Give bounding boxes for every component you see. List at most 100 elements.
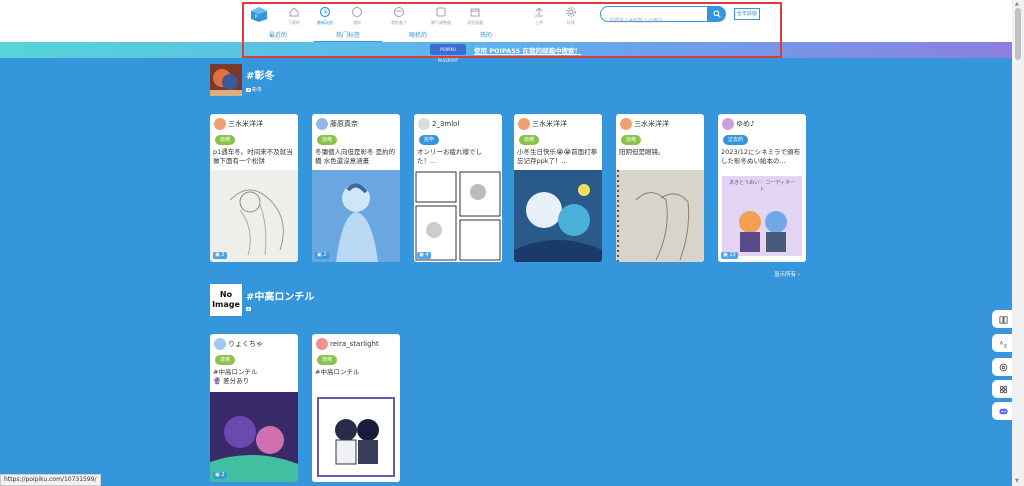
post-image[interactable] — [414, 170, 502, 262]
image-count: ▣ 13 — [721, 252, 738, 259]
post-card[interactable]: 藤原真奈 烧烤 冬彌個人向但是彰冬 是約的橋 水色還沒意涵畫 ▣ 2 — [312, 114, 400, 262]
all-ages-button[interactable]: 全年龄版 — [734, 8, 761, 20]
nav-settings[interactable]: 环境 — [556, 6, 586, 28]
section-thumbnail[interactable] — [210, 64, 242, 96]
poipiku-logo[interactable]: P — [250, 6, 268, 23]
username[interactable]: りょくちゃ — [228, 339, 263, 349]
category-badge: 烧烤 — [621, 135, 642, 145]
post-card[interactable]: ゆめ♪ 过去的 2023/12にシネミラで頒布した彰冬ぬい絵本の... あきとう… — [718, 114, 806, 262]
nav-notify[interactable]: 通知 — [342, 6, 372, 28]
post-card[interactable]: reira_starlight 烧烤 #中高ロンチル — [312, 334, 400, 482]
category-badge: 烧烤 — [519, 135, 540, 145]
discord-icon — [998, 408, 1008, 414]
passport-banner[interactable]: POIPIKU PASSPORT 使用 POIPASS 在我的邮箱中搜索！ — [0, 42, 1012, 63]
username[interactable]: 三水米洋洋 — [634, 119, 669, 129]
avatar[interactable] — [316, 118, 328, 130]
nav-latest[interactable]: 最新动态 — [310, 6, 340, 28]
scroll-down-icon[interactable]: ▼ — [1015, 478, 1019, 484]
tab-hot-tags[interactable]: 热门标签 — [314, 30, 382, 42]
category-badge: 烧烤 — [317, 135, 338, 145]
post-card[interactable]: 三水米洋洋 烧烤 小冬生日快乐😭😭前面打拳忘记存ppk了！... — [514, 114, 602, 262]
no-image-thumbnail[interactable]: No Image — [210, 284, 242, 316]
nav-label: 我的盒子 — [391, 20, 407, 25]
avatar[interactable] — [214, 338, 226, 350]
nav-label: 下载的 — [288, 20, 300, 25]
search-icon — [713, 10, 721, 18]
tab-recent[interactable]: 最近的 — [244, 30, 312, 39]
post-image[interactable] — [312, 170, 400, 262]
section-title[interactable]: #彰冬 — [246, 67, 274, 82]
plush-caption: あきとうぬい♡ コーディネート — [729, 180, 795, 193]
post-image[interactable] — [210, 170, 298, 262]
translate-button[interactable]: A文 — [992, 334, 1014, 352]
post-card[interactable]: りょくちゃ 烧烤 #中高ロンチル 🔮 差分あり ▣ 2 — [210, 334, 298, 482]
status-bar-url: https://poipiku.com/10731599/ — [0, 474, 101, 486]
nav-tablet[interactable]: 脾气调整器 — [426, 6, 456, 28]
mention-button[interactable] — [992, 358, 1014, 376]
nav-label: 通知 — [353, 20, 361, 25]
avatar[interactable] — [316, 338, 328, 350]
book-button[interactable] — [992, 310, 1014, 328]
post-card[interactable]: 三水米洋洋 烧烤 p1遇车冬。时间来不及就当做下面有一个松饼 ▣ 2 — [210, 114, 298, 262]
clock-icon — [319, 6, 331, 18]
scroll-up-icon[interactable]: ▲ — [1015, 1, 1019, 7]
avatar[interactable] — [214, 118, 226, 130]
scroll-thumb[interactable] — [1015, 8, 1021, 60]
post-image[interactable] — [312, 392, 400, 482]
search-button[interactable] — [708, 6, 726, 22]
nav-label: 脾气调整器 — [431, 20, 451, 25]
at-icon — [999, 363, 1007, 371]
grid-button[interactable] — [992, 380, 1014, 398]
search-box — [600, 6, 708, 28]
nav-label: 上传 — [535, 20, 543, 25]
search-input[interactable] — [601, 14, 707, 28]
show-all-link[interactable]: 显示所有 › — [774, 270, 800, 278]
username[interactable]: 2_3mlol — [432, 120, 459, 128]
post-image[interactable] — [514, 170, 602, 262]
section-title[interactable]: #中高ロンチル — [246, 288, 314, 303]
nav-gallery[interactable]: 浏览画廊 — [460, 6, 490, 28]
gear-icon — [566, 7, 576, 17]
post-image[interactable] — [616, 170, 704, 262]
post-description: 小冬生日快乐😭😭前面打拳忘记存ppk了！... — [517, 148, 598, 165]
post-description: #中高ロンチル 🔮 差分あり — [213, 368, 258, 385]
avatar[interactable] — [418, 118, 430, 130]
avatar[interactable] — [518, 118, 530, 130]
banner-link[interactable]: 使用 POIPASS 在我的邮箱中搜索！ — [474, 45, 581, 55]
category-badge: 烧烤 — [317, 355, 338, 365]
username[interactable]: ゆめ♪ — [736, 119, 754, 129]
section-subtitle: # 彰冬 — [246, 87, 262, 93]
avatar[interactable] — [722, 118, 734, 130]
tab-bar: 最近的 热门标签 随机的 热的 — [0, 28, 1012, 42]
no-image-label: No Image — [212, 290, 240, 309]
chat-icon — [352, 7, 362, 17]
avatar[interactable] — [620, 118, 632, 130]
nav-home[interactable]: 下载的 — [279, 6, 309, 28]
nav-upload[interactable]: 上传 — [524, 6, 554, 28]
nav-label: 最新动态 — [317, 20, 333, 25]
post-card[interactable]: 2_3mlol 完毕 オンリーお疲れ様でした！... ▣ 4 — [414, 114, 502, 262]
tab-random[interactable]: 随机的 — [384, 30, 452, 39]
username[interactable]: 藤原真奈 — [330, 119, 358, 129]
tablet-icon — [436, 7, 446, 17]
category-badge: 烧烤 — [215, 355, 236, 365]
tab-hot[interactable]: 热的 — [452, 30, 520, 39]
discord-button[interactable] — [992, 402, 1014, 420]
username[interactable]: 三水米洋洋 — [228, 119, 263, 129]
book-icon — [999, 315, 1007, 323]
box-icon — [394, 7, 404, 17]
tag-icon: # — [246, 87, 251, 92]
post-description: p1遇车冬。时间来不及就当做下面有一个松饼 — [213, 148, 293, 165]
post-description: 阳阴但是眼镜。 — [619, 148, 665, 156]
page-scrollbar[interactable]: ▲ ▼ — [1012, 0, 1024, 486]
post-image[interactable]: あきとうぬい♡ コーディネート — [718, 170, 806, 262]
username[interactable]: 三水米洋洋 — [532, 119, 567, 129]
post-image[interactable] — [210, 392, 298, 482]
category-badge: 烧烤 — [215, 135, 236, 145]
post-description: オンリーお疲れ様でした！... — [417, 148, 482, 165]
passport-logo: POIPIKU PASSPORT — [430, 44, 466, 63]
category-badge: 完毕 — [419, 135, 440, 145]
nav-box[interactable]: 我的盒子 — [384, 6, 414, 28]
username[interactable]: reira_starlight — [330, 340, 379, 348]
post-card[interactable]: 三水米洋洋 烧烤 阳阴但是眼镜。 — [616, 114, 704, 262]
